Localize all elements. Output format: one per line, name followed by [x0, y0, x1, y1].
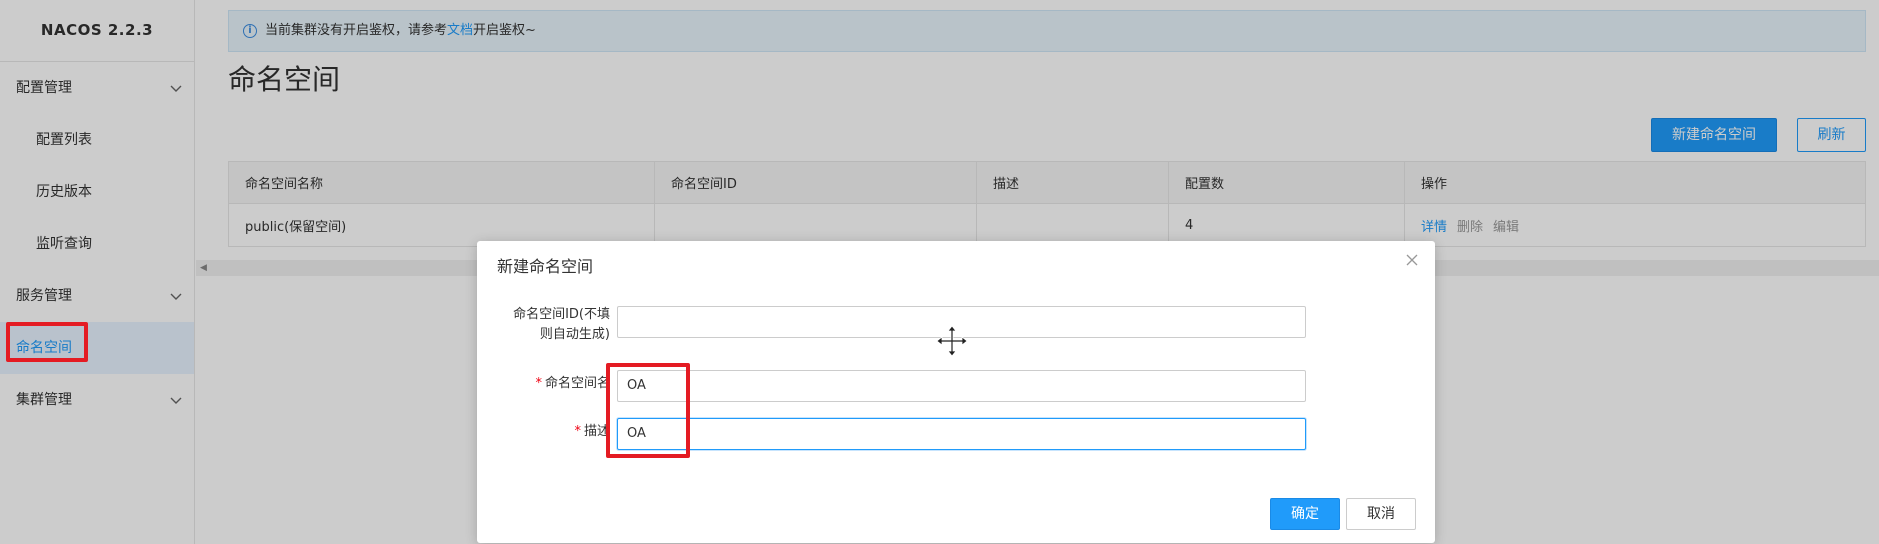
- namespace-id-label: 命名空间ID(不填 则自动生成): [460, 305, 610, 345]
- dialog-title: 新建命名空间: [497, 257, 594, 276]
- move-cursor-icon: [936, 324, 968, 358]
- namespace-id-label-line2: 则自动生成): [539, 327, 610, 342]
- confirm-button[interactable]: 确定: [1270, 498, 1340, 530]
- close-icon[interactable]: [1405, 253, 1421, 269]
- highlight-box-sidebar: [6, 322, 88, 362]
- cancel-button[interactable]: 取消: [1346, 498, 1416, 530]
- description-label: * 描述: [460, 422, 610, 442]
- namespace-name-label-text: 命名空间名: [544, 376, 610, 391]
- description-input[interactable]: OA: [617, 418, 1306, 450]
- required-mark: *: [574, 424, 581, 439]
- namespace-name-label: * 命名空间名: [460, 374, 610, 394]
- required-mark: *: [535, 376, 542, 391]
- namespace-id-label-line1: 命名空间ID(不填: [513, 307, 610, 322]
- highlight-box-inputs: [606, 363, 690, 458]
- namespace-name-input[interactable]: OA: [617, 370, 1306, 402]
